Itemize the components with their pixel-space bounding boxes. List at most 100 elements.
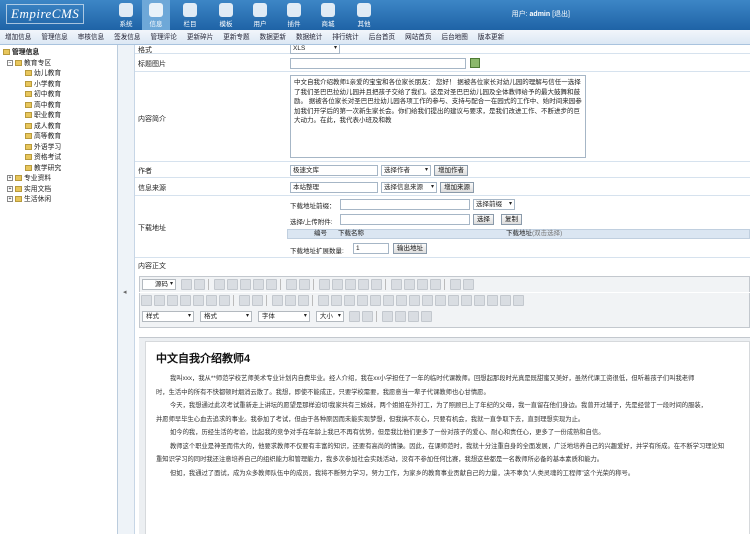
image-picker-icon[interactable]	[470, 58, 480, 68]
nav-info[interactable]: 信息	[142, 0, 170, 30]
attachment-icon[interactable]	[356, 295, 368, 306]
collapse-icon[interactable]: −	[7, 59, 13, 66]
subnav-version-update[interactable]: 版本更新	[473, 30, 509, 45]
show-blocks-icon[interactable]	[407, 311, 419, 322]
download-expand-input[interactable]: 1	[353, 243, 389, 254]
align-justify-icon[interactable]	[429, 279, 441, 290]
tree-item[interactable]: 高等教育	[3, 132, 117, 143]
superscript-icon[interactable]	[206, 295, 217, 306]
author-input[interactable]: 极速文库	[290, 165, 378, 176]
italic-icon[interactable]	[154, 295, 165, 306]
media-icon[interactable]	[343, 295, 355, 306]
source-select[interactable]: 选择信息来源	[381, 182, 437, 193]
undo-icon[interactable]	[285, 279, 297, 290]
expand-icon[interactable]: +	[7, 185, 13, 192]
remove-format-icon[interactable]	[219, 295, 230, 306]
sidebar-toggle-bar[interactable]: ◂	[118, 45, 135, 534]
help-icon[interactable]	[420, 311, 432, 322]
nav-plugin[interactable]: 插件	[280, 0, 308, 30]
outdent-icon[interactable]	[344, 279, 356, 290]
tree-item[interactable]: 成人教育	[3, 122, 117, 133]
select-all-icon[interactable]	[473, 295, 485, 306]
blockquote-icon[interactable]	[370, 279, 382, 290]
expand-icon[interactable]: +	[7, 175, 13, 182]
source-input[interactable]: 本站整理	[290, 182, 378, 193]
tree-item[interactable]: 资格考试	[3, 153, 117, 164]
numbered-list-icon[interactable]	[318, 279, 330, 290]
choose-file-button[interactable]: 选择	[473, 214, 494, 225]
redo-icon[interactable]	[298, 279, 310, 290]
add-source-button[interactable]: 增加来源	[440, 182, 474, 193]
subnav-update-fragments[interactable]: 更新碎片	[182, 30, 218, 45]
nav-system[interactable]: 系统	[112, 0, 140, 30]
tree-item[interactable]: 教学研究	[3, 164, 117, 175]
special-char-icon[interactable]	[408, 295, 420, 306]
tree-item[interactable]: 幼儿教育	[3, 69, 117, 80]
table-icon[interactable]	[369, 295, 381, 306]
author-select[interactable]: 选择作者	[381, 165, 431, 176]
find-icon[interactable]	[238, 295, 250, 306]
underline-icon[interactable]	[167, 295, 178, 306]
nav-template[interactable]: 模板	[212, 0, 240, 30]
style-combo[interactable]: 样式	[142, 311, 194, 322]
paste-icon[interactable]	[239, 279, 251, 290]
download-prefix-select[interactable]: 选择前缀	[473, 199, 515, 210]
align-right-icon[interactable]	[416, 279, 428, 290]
tree-group[interactable]: + 实用文档	[3, 185, 117, 196]
download-file-input[interactable]	[340, 214, 470, 225]
subnav-sign-info[interactable]: 签发信息	[109, 30, 145, 45]
print-icon[interactable]	[193, 279, 205, 290]
collapse-arrow-icon[interactable]: ◂	[123, 288, 127, 296]
indent-icon[interactable]	[357, 279, 369, 290]
tree-item[interactable]: 职业教育	[3, 111, 117, 122]
resize-icon[interactable]	[381, 311, 393, 322]
tree-item[interactable]: 初中教育	[3, 90, 117, 101]
font-combo[interactable]: 字体	[257, 311, 310, 322]
info-icon[interactable]	[447, 295, 459, 306]
cut-icon[interactable]	[213, 279, 225, 290]
intro-textarea[interactable]: 中文自我介绍教师1亲爱的宝宝和各位家长朋友： 您好！ 据被各位家长对幼儿园的理解…	[290, 75, 586, 158]
rtl-icon[interactable]	[462, 279, 474, 290]
bold-icon[interactable]	[141, 295, 152, 306]
nav-user[interactable]: 用户	[246, 0, 274, 30]
source-button[interactable]: 源码	[142, 279, 176, 290]
subnav-admin-home[interactable]: 后台首页	[364, 30, 400, 45]
nav-other[interactable]: 其他	[350, 0, 378, 30]
output-address-button[interactable]: 输出地址	[393, 243, 427, 254]
hr-icon[interactable]	[382, 295, 394, 306]
subscript-icon[interactable]	[193, 295, 204, 306]
tree-root[interactable]: 管理信息	[3, 48, 117, 59]
empirecms-logo[interactable]: EmpireCMS	[6, 4, 85, 24]
bullet-list-icon[interactable]	[331, 279, 343, 290]
subnav-update-topics[interactable]: 更新专题	[218, 30, 254, 45]
anchor-icon[interactable]	[297, 295, 309, 306]
subnav-data-stats[interactable]: 数据统计	[291, 30, 327, 45]
align-center-icon[interactable]	[403, 279, 415, 290]
strike-icon[interactable]	[180, 295, 191, 306]
iframe-icon[interactable]	[434, 295, 446, 306]
add-author-button[interactable]: 增加作者	[434, 165, 468, 176]
layer-icon[interactable]	[499, 295, 511, 306]
titlepic-input[interactable]	[290, 58, 466, 69]
copy-button[interactable]: 复制	[501, 214, 522, 225]
tree-group[interactable]: + 生活休闲	[3, 195, 117, 206]
link-icon[interactable]	[271, 295, 283, 306]
paste-text-icon[interactable]	[252, 279, 264, 290]
nav-column[interactable]: 栏目	[176, 0, 204, 30]
subnav-manage-info[interactable]: 管理信息	[36, 30, 72, 45]
tree-item[interactable]: 外语学习	[3, 143, 117, 154]
format-combo[interactable]: 格式	[199, 311, 252, 322]
tree-group[interactable]: + 专业资料	[3, 174, 117, 185]
subnav-ranking-stats[interactable]: 排行统计	[327, 30, 363, 45]
format-select[interactable]: XLS	[290, 45, 340, 54]
download-prefix-input[interactable]	[340, 199, 470, 210]
tree-item[interactable]: 高中教育	[3, 101, 117, 112]
replace-icon[interactable]	[251, 295, 263, 306]
subnav-data-update[interactable]: 数据更新	[255, 30, 291, 45]
text-color-icon[interactable]	[348, 311, 360, 322]
copy-icon[interactable]	[226, 279, 238, 290]
align-left-icon[interactable]	[390, 279, 402, 290]
size-combo[interactable]: 大小	[315, 311, 344, 322]
widget-icon[interactable]	[512, 295, 524, 306]
subnav-review-info[interactable]: 审核信息	[73, 30, 109, 45]
